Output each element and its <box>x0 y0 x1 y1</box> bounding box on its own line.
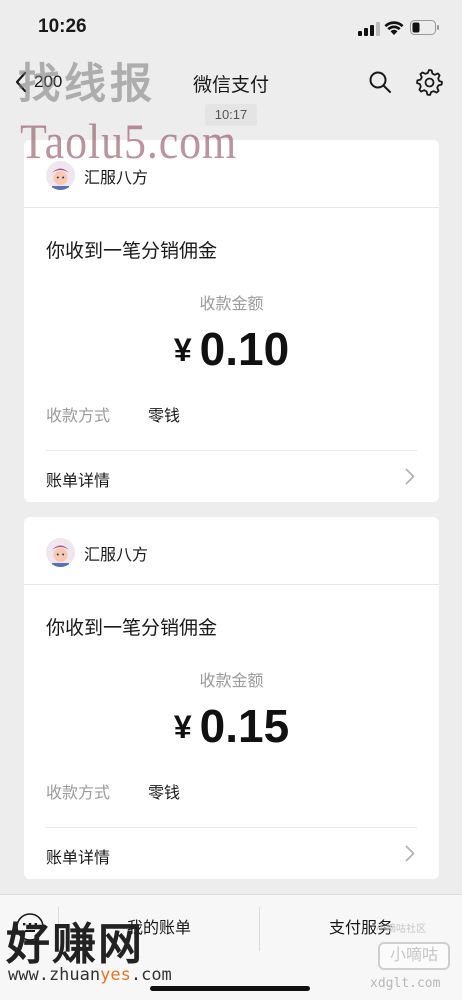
merchant-name: 汇服八方 <box>84 170 149 187</box>
avatar[interactable] <box>46 538 75 567</box>
amount-value: ¥0.15 <box>24 699 439 753</box>
gear-icon[interactable] <box>415 68 443 96</box>
amount-value: ¥0.10 <box>24 322 439 376</box>
payment-method-value: 零钱 <box>148 785 181 802</box>
bill-details-label: 账单详情 <box>46 850 111 867</box>
nav-bar: 200 微信支付 <box>0 54 462 108</box>
amount-number: 0.15 <box>199 700 290 752</box>
payment-notice-card[interactable]: 汇服八方 你收到一笔分销佣金 收款金额 ¥0.10 收款方式 零钱 账单详情 <box>24 140 439 502</box>
currency-symbol: ¥ <box>173 332 192 368</box>
amount-label: 收款金额 <box>199 296 264 313</box>
card-header[interactable]: 汇服八方 <box>24 517 439 585</box>
merchant-name: 汇服八方 <box>84 547 149 564</box>
chevron-right-icon <box>405 468 415 485</box>
card-header[interactable]: 汇服八方 <box>24 140 439 208</box>
payment-method-value: 零钱 <box>148 408 181 425</box>
payment-method-label: 收款方式 <box>46 408 111 425</box>
bill-details-link[interactable]: 账单详情 <box>24 451 439 502</box>
bottom-menu-bar: 我的账单 支付服务 <box>0 894 462 1000</box>
search-icon[interactable] <box>368 70 392 94</box>
amount-number: 0.10 <box>199 323 290 375</box>
battery-icon <box>410 20 439 35</box>
status-bar: 10:26 <box>0 0 462 54</box>
bill-details-link[interactable]: 账单详情 <box>24 828 439 879</box>
home-indicator[interactable] <box>150 986 310 991</box>
chevron-right-icon <box>405 845 415 862</box>
page-title: 微信支付 <box>192 75 269 96</box>
avatar[interactable] <box>46 161 75 190</box>
payment-method-label: 收款方式 <box>46 785 111 802</box>
keyboard-icon[interactable] <box>14 911 46 943</box>
message-timestamp: 10:17 <box>205 104 257 126</box>
my-bills-menu[interactable]: 我的账单 <box>59 907 259 951</box>
amount-label: 收款金额 <box>199 673 264 690</box>
bill-details-label: 账单详情 <box>46 473 111 490</box>
notice-title: 你收到一笔分销佣金 <box>46 241 218 262</box>
signal-icon <box>358 22 380 36</box>
payment-notice-card[interactable]: 汇服八方 你收到一笔分销佣金 收款金额 ¥0.15 收款方式 零钱 账单详情 <box>24 517 439 879</box>
currency-symbol: ¥ <box>173 709 192 745</box>
wifi-icon <box>384 21 404 35</box>
notice-title: 你收到一笔分销佣金 <box>46 618 218 639</box>
status-time: 10:26 <box>38 16 87 37</box>
payment-services-menu[interactable]: 支付服务 <box>260 907 462 951</box>
